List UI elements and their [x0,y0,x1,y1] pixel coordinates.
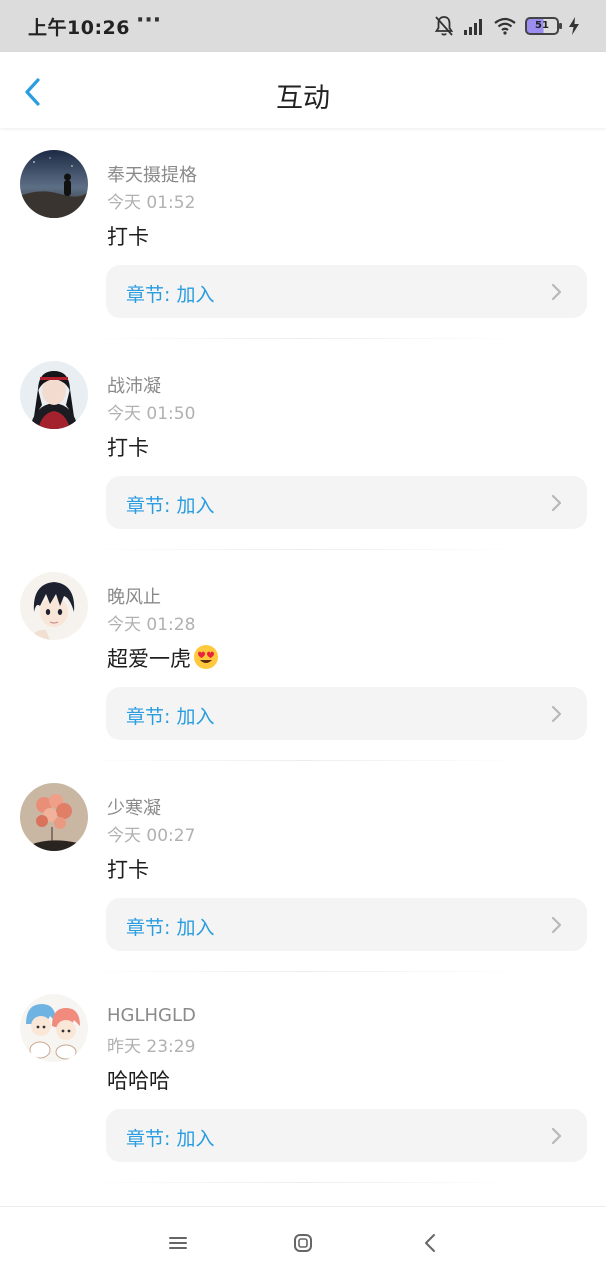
chapter-label: 章节: 加入 [126,1128,215,1150]
status-bar: 上午10:26 ··· 51 [0,0,606,52]
list-item: HGLHGLD 昨天 23:29 哈哈哈 章节: 加入 [0,972,606,1183]
system-nav-bar [0,1206,606,1281]
chapter-link-button[interactable]: 章节: 加入 [106,687,587,740]
avatar[interactable] [20,150,88,218]
username[interactable]: 战沛凝 [107,372,161,398]
timestamp: 今天 01:50 [107,404,196,424]
charging-bolt-icon [569,17,579,35]
chapter-label: 章节: 加入 [126,495,215,517]
chevron-right-icon [551,494,562,512]
night-sky-avatar [20,150,88,218]
chevron-right-icon [551,916,562,934]
bell-muted-icon [434,16,454,36]
anime-character-avatar [20,361,88,429]
chapter-link-button[interactable]: 章节: 加入 [106,265,587,318]
chapter-label: 章节: 加入 [126,706,215,728]
comment-text: 哈哈哈 [107,1069,170,1093]
timestamp: 今天 01:28 [107,615,196,635]
chapter-link-button[interactable]: 章节: 加入 [106,1109,587,1162]
timestamp: 今天 01:52 [107,193,196,213]
username[interactable]: 奉天摄提格 [107,161,197,187]
avatar[interactable] [20,572,88,640]
chevron-right-icon [551,1127,562,1145]
page-title: 互动 [276,83,330,114]
comment-text: 打卡 [107,858,149,882]
comment-text: 打卡 [107,225,149,249]
back-icon[interactable] [419,1231,443,1255]
username[interactable]: 晚风止 [107,583,161,609]
list-item: 晚风止 今天 01:28 超爱一虎 章节: 加入 [0,550,606,761]
chevron-right-icon [551,705,562,723]
chapter-link-button[interactable]: 章节: 加入 [106,476,587,529]
anime-boy-avatar [20,572,88,640]
chevron-right-icon [551,283,562,301]
balloons-avatar [20,783,88,851]
chapter-label: 章节: 加入 [126,917,215,939]
chapter-label: 章节: 加入 [126,284,215,306]
wifi-icon [494,17,516,35]
status-time: 上午10:26 [28,17,130,39]
menu-icon[interactable] [166,1231,190,1255]
divider [80,1182,526,1183]
heart-eyes-emoji-icon [194,645,218,669]
battery-icon: 51 [525,17,562,35]
list-item: 少寒凝 今天 00:27 打卡 章节: 加入 [0,761,606,972]
interaction-feed: 奉天摄提格 今天 01:52 打卡 章节: 加入 战沛凝 今天 01:50 打卡… [0,128,606,1183]
avatar[interactable] [20,783,88,851]
chapter-link-button[interactable]: 章节: 加入 [106,898,587,951]
signal-icon [464,19,482,35]
list-item: 奉天摄提格 今天 01:52 打卡 章节: 加入 [0,128,606,339]
avatar[interactable] [20,994,88,1062]
cartoon-pair-avatar [20,994,88,1062]
list-item: 战沛凝 今天 01:50 打卡 章节: 加入 [0,339,606,550]
comment-text: 打卡 [107,436,149,460]
home-icon[interactable] [291,1231,315,1255]
avatar[interactable] [20,361,88,429]
timestamp: 昨天 23:29 [107,1037,196,1057]
status-icons: 51 [434,14,580,38]
comment-text: 超爱一虎 [107,643,219,673]
username[interactable]: HGLHGLD [107,1005,196,1026]
status-more-dots: ··· [136,8,162,33]
app-header: 互动 [0,52,606,128]
timestamp: 今天 00:27 [107,826,196,846]
username[interactable]: 少寒凝 [107,794,161,820]
comment-text-label: 超爱一虎 [107,647,191,671]
